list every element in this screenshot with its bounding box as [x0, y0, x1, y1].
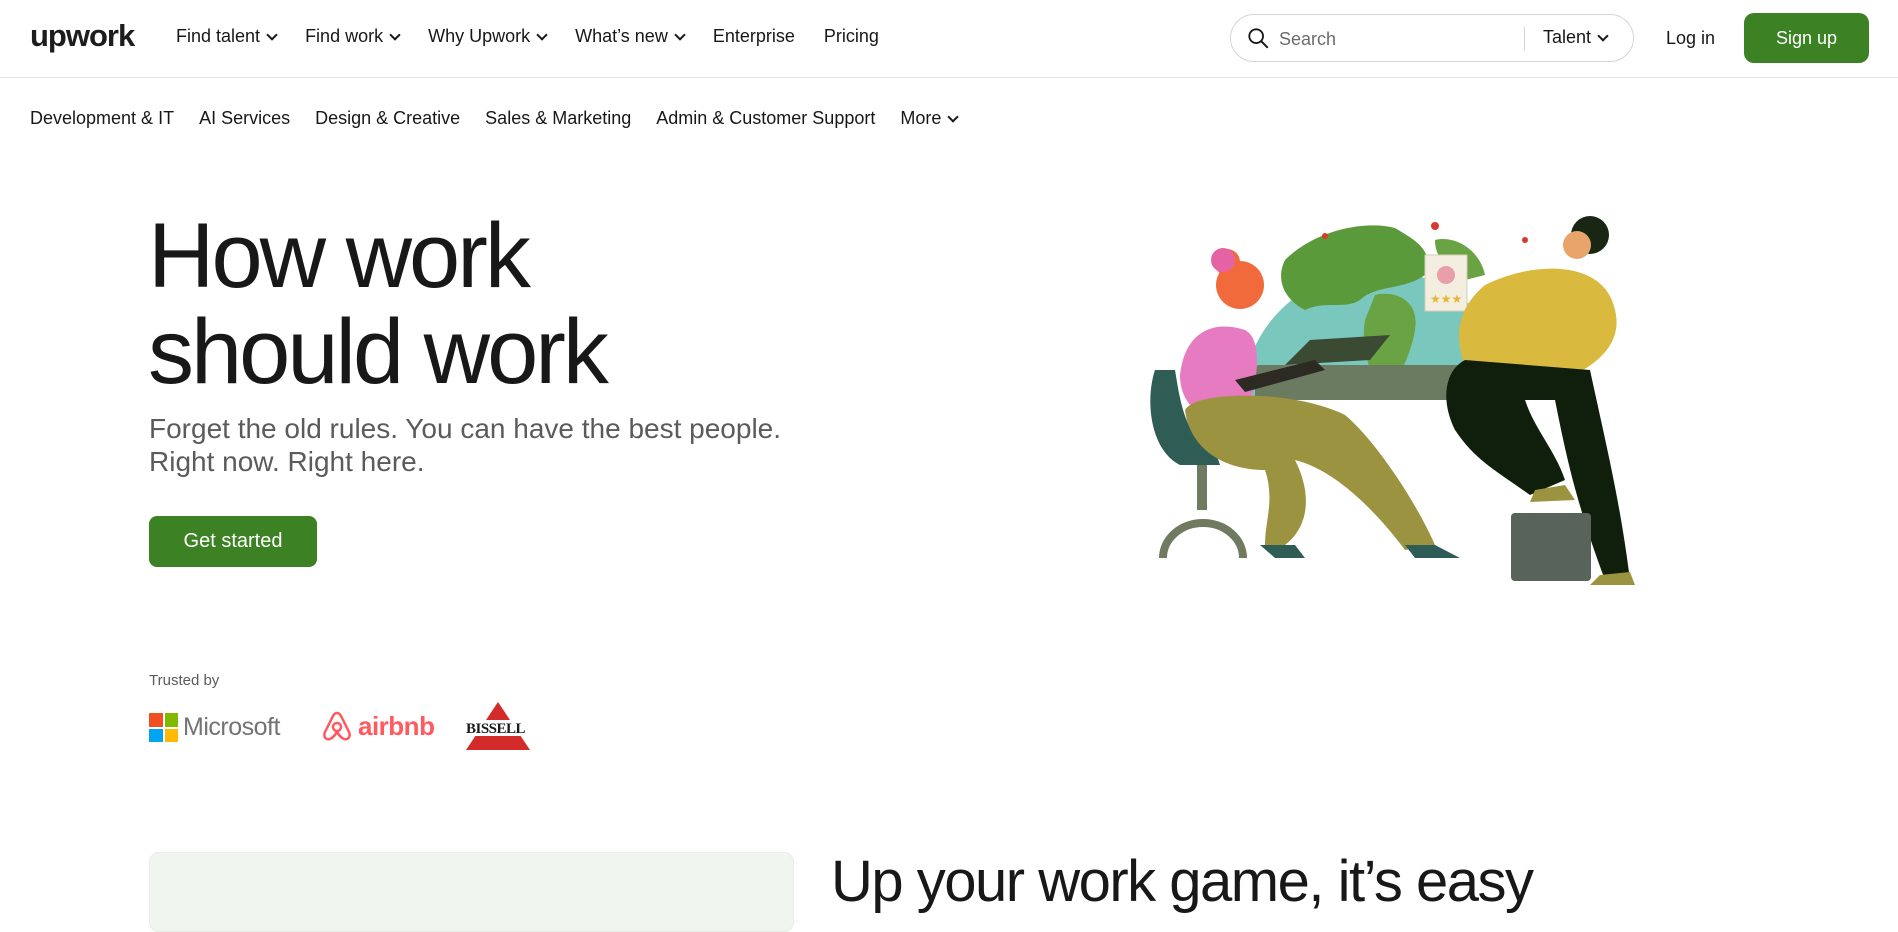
microsoft-grid-icon [149, 713, 178, 742]
bissell-logo: BISSELL [464, 700, 532, 757]
main-nav: Find talent Find work Why Upwork What’s … [176, 26, 908, 47]
chevron-down-icon [674, 28, 686, 41]
nav-whats-new-label: What’s new [575, 26, 668, 46]
nav-find-talent[interactable]: Find talent [176, 26, 278, 47]
nav-pricing-label: Pricing [823, 26, 879, 46]
nav-find-talent-label: Find talent [176, 26, 261, 46]
airbnb-logo: airbnb [322, 710, 435, 742]
chevron-down-icon [266, 28, 278, 41]
nav-whats-new[interactable]: What’s new [575, 26, 686, 47]
search-input[interactable] [1277, 25, 1531, 53]
hero-subtitle-line2: Right now. Right here. [149, 446, 425, 477]
bissell-logo-text: BISSELL [466, 721, 526, 737]
upwork-logo[interactable]: upwork [30, 18, 135, 54]
category-bar: Development & IT AI Services Design & Cr… [30, 108, 982, 129]
login-link[interactable]: Log in [1666, 28, 1715, 49]
category-development-it[interactable]: Development & IT [30, 108, 174, 129]
nav-find-work-label: Find work [305, 26, 384, 46]
category-more[interactable]: More [900, 108, 960, 129]
microsoft-logo: Microsoft [149, 713, 280, 742]
microsoft-logo-text: Microsoft [183, 713, 280, 741]
signup-button[interactable]: Sign up [1744, 13, 1869, 63]
category-design-creative[interactable]: Design & Creative [315, 108, 460, 129]
get-started-button[interactable]: Get started [149, 516, 317, 567]
nav-enterprise[interactable]: Enterprise [713, 26, 795, 47]
category-admin-support[interactable]: Admin & Customer Support [656, 108, 875, 129]
hero-subtitle: Forget the old rules. You can have the b… [149, 412, 909, 478]
airbnb-belo-icon [323, 711, 351, 741]
chevron-down-icon [947, 110, 960, 123]
hero-title-line2: should work [148, 301, 609, 403]
nav-enterprise-label: Enterprise [712, 26, 795, 46]
nav-why-upwork-label: Why Upwork [428, 26, 531, 46]
category-sales-marketing[interactable]: Sales & Marketing [485, 108, 631, 129]
hero-title-line1: How work [148, 205, 531, 307]
top-navigation: upwork Find talent Find work Why Upwork … [0, 0, 1898, 78]
trusted-by-label: Trusted by [149, 672, 220, 689]
chevron-down-icon [389, 28, 401, 41]
search-icon[interactable] [1247, 27, 1269, 49]
nav-why-upwork[interactable]: Why Upwork [428, 26, 548, 47]
hero-subtitle-line1: Forget the old rules. You can have the b… [149, 413, 782, 444]
search-scope-label: Talent [1543, 27, 1592, 47]
svg-text:★★★: ★★★ [1430, 292, 1462, 306]
chevron-down-icon [536, 28, 548, 41]
hero-title: How work should work [148, 208, 868, 400]
category-more-label: More [900, 108, 942, 128]
hero-illustration: ★★★ [1150, 216, 1635, 585]
search-scope-dropdown[interactable]: Talent [1543, 27, 1609, 48]
feature-card [149, 852, 794, 932]
category-ai-services[interactable]: AI Services [199, 108, 290, 129]
search-bar: Talent [1230, 14, 1634, 62]
nav-find-work[interactable]: Find work [305, 26, 401, 47]
search-divider [1524, 27, 1525, 51]
airbnb-logo-text: airbnb [358, 710, 435, 741]
nav-pricing[interactable]: Pricing [824, 26, 879, 47]
chevron-down-icon [1597, 29, 1609, 42]
